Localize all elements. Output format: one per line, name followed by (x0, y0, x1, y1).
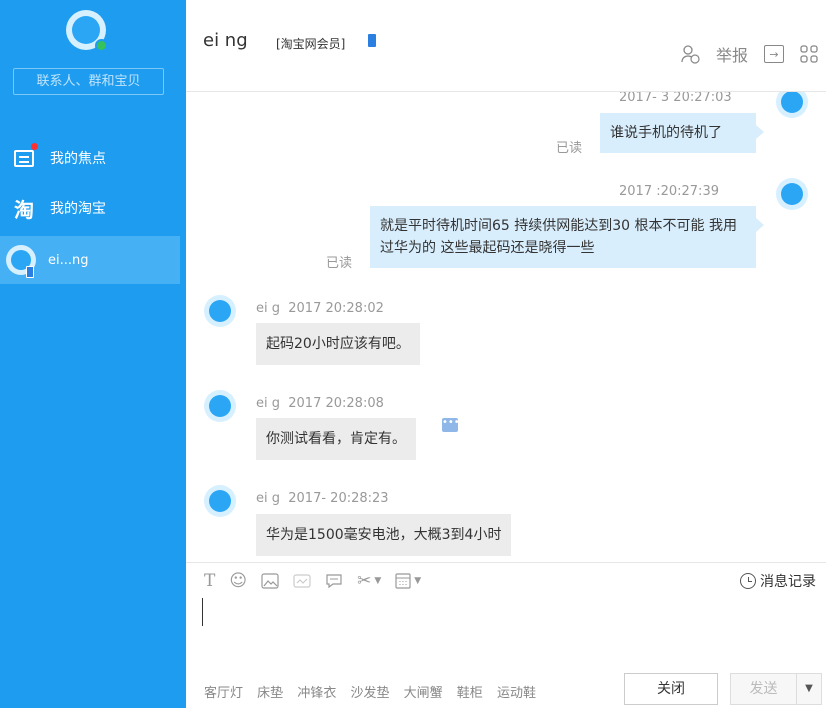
self-avatar (776, 92, 808, 118)
message-input[interactable] (186, 598, 826, 668)
sender-info: ei g 2017 20:28:02 (256, 301, 384, 316)
send-options-dropdown[interactable]: ▼ (796, 673, 822, 705)
contact-name: ei...ng (48, 252, 89, 268)
message-history-button[interactable]: 消息记录 (740, 571, 816, 591)
message-bubble: 华为是1500毫安电池，大概3到4小时 (256, 514, 512, 556)
contact-avatar (6, 245, 36, 278)
sender-name: ei g (256, 301, 280, 316)
avatar-face-icon (72, 16, 100, 44)
message-bubble: 谁说手机的待机了 (600, 113, 764, 153)
sender-info: ei g 2017 20:28:08 (256, 396, 384, 411)
mobile-icon (26, 266, 34, 278)
report-button[interactable]: 举报 (716, 42, 748, 66)
suggestion-link[interactable]: 运动鞋 (497, 686, 536, 701)
suggestion-link[interactable]: 沙发垫 (350, 686, 389, 701)
message-list[interactable]: 2017- 3 20:27:03 已读 谁说手机的待机了 2017 :20:27… (186, 92, 826, 562)
nav-my-taobao-label: 我的淘宝 (50, 201, 106, 217)
chat-title: ei ng (203, 30, 248, 51)
nav-my-taobao[interactable]: 淘 我的淘宝 (0, 188, 186, 228)
quick-reply-icon[interactable] (325, 573, 343, 589)
read-status: 已读 (326, 256, 353, 271)
nav-my-focus[interactable]: 我的焦点 (0, 138, 186, 178)
message-time: 2017- 20:28:23 (288, 491, 389, 506)
sender-info: ei g 2017- 20:28:23 (256, 491, 389, 506)
chat-header: ei ng [淘宝网会员] 举报 → (186, 0, 826, 92)
mobile-icon (368, 34, 376, 47)
suggestion-link[interactable]: 大闸蟹 (404, 686, 443, 701)
member-badge: [淘宝网会员] (276, 37, 346, 51)
share-icon[interactable]: → (764, 45, 784, 63)
more-icon[interactable]: ••• (442, 418, 460, 432)
search-input[interactable]: 联系人、群和宝贝 (13, 68, 164, 95)
contact-avatar (204, 295, 236, 327)
user-avatar[interactable] (66, 10, 108, 52)
suggestion-link[interactable]: 床垫 (257, 686, 283, 701)
message-history-label: 消息记录 (760, 574, 816, 590)
send-button[interactable]: 发送 (730, 673, 796, 705)
image-icon[interactable] (261, 572, 279, 589)
close-button[interactable]: 关闭 (624, 673, 718, 705)
nav-my-focus-label: 我的焦点 (50, 151, 106, 167)
search-suggestions: 客厅灯 床垫 冲锋衣 沙发垫 大闸蟹 鞋柜 运动鞋 (204, 682, 546, 701)
message-bubble: 起码20小时应该有吧。 (256, 323, 420, 365)
emoji-icon[interactable]: ☺ (229, 571, 247, 591)
sender-name: ei g (256, 396, 280, 411)
scissors-icon[interactable]: ✂ ▼ (357, 571, 381, 591)
self-avatar (776, 178, 808, 210)
message-time: 2017 20:28:08 (288, 396, 384, 411)
message-bubble: 你测试看看，肯定有。 (256, 418, 416, 460)
apps-icon[interactable] (800, 45, 818, 63)
message-time: 2017 :20:27:39 (619, 184, 719, 199)
focus-icon (12, 143, 38, 170)
taobao-icon: 淘 (14, 197, 34, 222)
text-caret (202, 598, 203, 626)
contact-item[interactable]: ei...ng (0, 236, 180, 284)
message-time: 2017 20:28:02 (288, 301, 384, 316)
footer: 客厅灯 床垫 冲锋衣 沙发垫 大闸蟹 鞋柜 运动鞋 关闭 发送 ▼ (186, 670, 826, 708)
online-status-icon (95, 39, 108, 52)
contact-avatar (204, 485, 236, 517)
message-bubble: 就是平时待机时间65 持续供网能达到30 根本不可能 我用过华为的 这些最起码还… (370, 206, 764, 268)
header-tools: 举报 → (664, 42, 818, 66)
input-toolbar: T ☺ ✂ ▼ ▼ 消息记录 (186, 562, 826, 598)
sender-name: ei g (256, 491, 280, 506)
notification-dot (31, 143, 38, 150)
clock-icon (740, 573, 756, 589)
calculator-icon[interactable]: ▼ (395, 572, 421, 589)
sidebar: 联系人、群和宝贝 我的焦点 淘 我的淘宝 ei...ng (0, 0, 186, 708)
suggestion-link[interactable]: 冲锋衣 (297, 686, 336, 701)
screen-icon[interactable] (293, 573, 311, 589)
read-status: 已读 (556, 141, 583, 156)
font-icon[interactable]: T (204, 571, 215, 591)
suggestion-link[interactable]: 鞋柜 (457, 686, 483, 701)
add-contact-icon[interactable] (680, 44, 700, 64)
contact-avatar (204, 390, 236, 422)
message-time: 2017- 3 20:27:03 (619, 92, 732, 105)
suggestion-link[interactable]: 客厅灯 (204, 686, 243, 701)
